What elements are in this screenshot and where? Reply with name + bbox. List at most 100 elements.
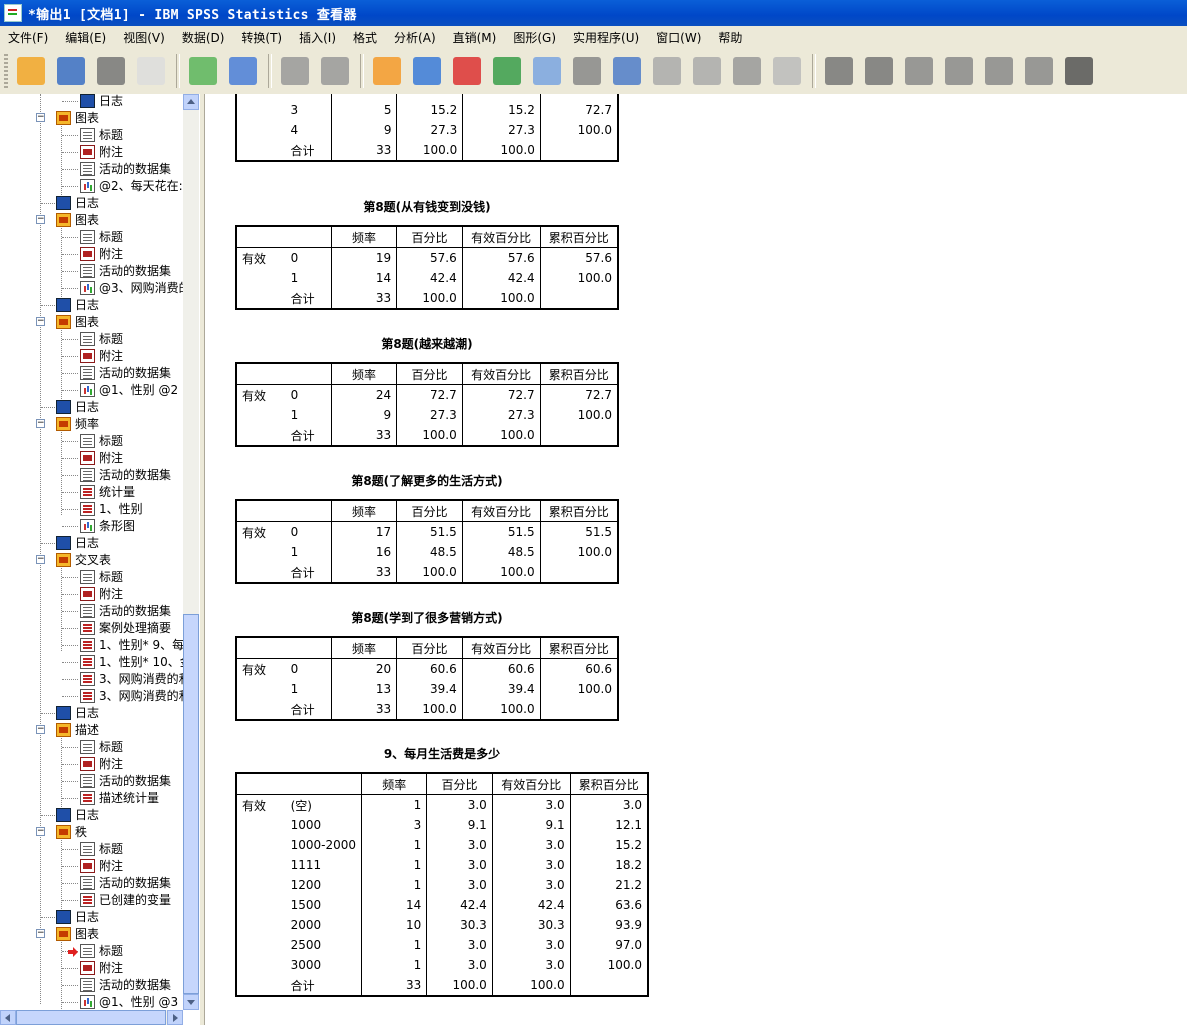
forward-button[interactable] (862, 54, 896, 88)
collapse-toggle[interactable]: − (36, 113, 45, 122)
scroll-left-button[interactable] (0, 1010, 16, 1025)
redo-button[interactable] (318, 54, 352, 88)
outline-node[interactable]: 图表 (56, 211, 99, 228)
menu-item[interactable]: 实用程序(U) (565, 29, 648, 46)
outline-node[interactable]: 标题 (80, 840, 123, 857)
outline-node[interactable]: 1、性别 (80, 500, 143, 517)
hide-button[interactable] (1022, 54, 1056, 88)
outline-node[interactable]: 频率 (56, 415, 99, 432)
outline-node[interactable]: 附注 (80, 755, 123, 772)
outline-node[interactable]: 日志 (56, 806, 99, 823)
hscroll-thumb[interactable] (16, 1010, 166, 1025)
outline-node[interactable]: 图表 (56, 313, 99, 330)
menu-item[interactable]: 插入(I) (291, 29, 345, 46)
recall-dialog-button[interactable] (226, 54, 260, 88)
outline-node[interactable]: 活动的数据集 (80, 160, 171, 177)
use-sets-button[interactable] (610, 54, 644, 88)
outline-node[interactable]: 3、网购消费的和 (80, 687, 183, 704)
frequency-table[interactable]: 频率 百分比 有效百分比 累积百分比 有效 0 17 51.5 51.5 51.5 1 16 48.5 4… (235, 499, 619, 584)
insert-variable-button[interactable] (450, 54, 484, 88)
scroll-down-button[interactable] (183, 994, 199, 1010)
show-all-button[interactable] (650, 54, 684, 88)
outline-node[interactable]: 图表 (56, 109, 99, 126)
goto-case-button[interactable] (370, 54, 404, 88)
weight-cases-button[interactable] (490, 54, 524, 88)
outline-node[interactable]: 1、性别* 10、金 (80, 653, 183, 670)
outline-node[interactable]: 案例处理摘要 (80, 619, 171, 636)
frequency-table[interactable]: 频率 百分比 有效百分比 累积百分比 有效 0 20 60.6 60.6 60.6 1 13 39.4 3… (235, 636, 619, 721)
outline-node[interactable]: 活动的数据集 (80, 602, 171, 619)
menu-item[interactable]: 转换(T) (233, 29, 291, 46)
scroll-right-button[interactable] (167, 1010, 183, 1025)
frequency-table[interactable]: 2412.112.157.63515.215.272.74927.327.310… (235, 94, 619, 162)
outline-node[interactable]: 日志 (56, 908, 99, 925)
pivot-button[interactable] (730, 54, 764, 88)
outline-node[interactable]: 活动的数据集 (80, 772, 171, 789)
outline-node[interactable]: 标题 (80, 330, 123, 347)
collapse-toggle[interactable]: − (36, 317, 45, 326)
outline-node[interactable]: 附注 (80, 585, 123, 602)
frequency-table[interactable]: 频率 百分比 有效百分比 累积百分比 有效 0 24 72.7 72.7 72.7 1 9 27.3 27… (235, 362, 619, 447)
collapse-button[interactable] (942, 54, 976, 88)
outline-node[interactable]: 标题 (80, 432, 123, 449)
outline-node[interactable]: 标题 (80, 942, 123, 959)
outline-node[interactable]: @1、性别 @2 (80, 381, 178, 398)
menu-item[interactable]: 视图(V) (115, 29, 174, 46)
outline-node[interactable]: 附注 (80, 143, 123, 160)
outline-node[interactable]: 已创建的变量 (80, 891, 171, 908)
outline-node[interactable]: 日志 (56, 296, 99, 313)
outline-node[interactable]: 图表 (56, 925, 99, 942)
collapse-toggle[interactable]: − (36, 827, 45, 836)
menu-item[interactable]: 帮助 (710, 29, 751, 46)
outline-node[interactable]: @1、性别 @3 (80, 993, 178, 1010)
outline-node[interactable]: @3、网购消费的 (80, 279, 183, 296)
outline-node[interactable]: 秩 (56, 823, 87, 840)
collapse-toggle[interactable]: − (36, 555, 45, 564)
outline-button[interactable] (690, 54, 724, 88)
outline-node[interactable]: 活动的数据集 (80, 364, 171, 381)
value-labels-button[interactable] (570, 54, 604, 88)
outline-horizontal-scrollbar[interactable] (0, 1010, 183, 1025)
show-button[interactable] (982, 54, 1016, 88)
save-button[interactable] (54, 54, 88, 88)
menu-item[interactable]: 格式 (345, 29, 386, 46)
outline-node[interactable]: 标题 (80, 228, 123, 245)
print-button[interactable] (94, 54, 128, 88)
menu-item[interactable]: 编辑(E) (57, 29, 115, 46)
outline-node[interactable]: 描述统计量 (80, 789, 159, 806)
scroll-thumb[interactable] (183, 614, 199, 994)
collapse-toggle[interactable]: − (36, 419, 45, 428)
designate-window-button[interactable] (770, 54, 804, 88)
scroll-up-button[interactable] (183, 94, 199, 110)
outline-node[interactable]: 描述 (56, 721, 99, 738)
outline-node[interactable]: 附注 (80, 245, 123, 262)
menu-item[interactable]: 文件(F) (0, 29, 57, 46)
outline-node[interactable]: 日志 (56, 194, 99, 211)
menu-item[interactable]: 窗口(W) (648, 29, 710, 46)
spellcheck-button[interactable] (1062, 54, 1096, 88)
undo-button[interactable] (278, 54, 312, 88)
collapse-toggle[interactable]: − (36, 215, 45, 224)
frequency-table[interactable]: 频率 百分比 有效百分比 累积百分比 有效 0 19 57.6 57.6 57.6 1 14 42.4 4… (235, 225, 619, 310)
open-button[interactable] (14, 54, 48, 88)
collapse-toggle[interactable]: − (36, 725, 45, 734)
outline-node[interactable]: 附注 (80, 449, 123, 466)
outline-node[interactable]: 活动的数据集 (80, 262, 171, 279)
menu-item[interactable]: 图形(G) (505, 29, 565, 46)
print-preview-button[interactable] (134, 54, 168, 88)
outline-node[interactable]: 日志 (56, 704, 99, 721)
outline-node[interactable]: 条形图 (80, 517, 135, 534)
outline-node[interactable]: 标题 (80, 126, 123, 143)
outline-vertical-scrollbar[interactable] (183, 94, 199, 1010)
outline-node[interactable]: 标题 (80, 568, 123, 585)
outline-node[interactable]: 活动的数据集 (80, 874, 171, 891)
outline-node[interactable]: 标题 (80, 738, 123, 755)
back-button[interactable] (822, 54, 856, 88)
outline-node[interactable]: 统计量 (80, 483, 135, 500)
outline-node[interactable]: 日志 (56, 534, 99, 551)
outline-node[interactable]: 3、网购消费的和 (80, 670, 183, 687)
menu-item[interactable]: 数据(D) (174, 29, 234, 46)
export-button[interactable] (186, 54, 220, 88)
outline-node[interactable]: 活动的数据集 (80, 976, 171, 993)
frequency-table[interactable]: 频率 百分比 有效百分比 累积百分比 有效 (空) 1 3.0 3.0 3.0 1000 3 9.1 9.… (235, 772, 649, 997)
